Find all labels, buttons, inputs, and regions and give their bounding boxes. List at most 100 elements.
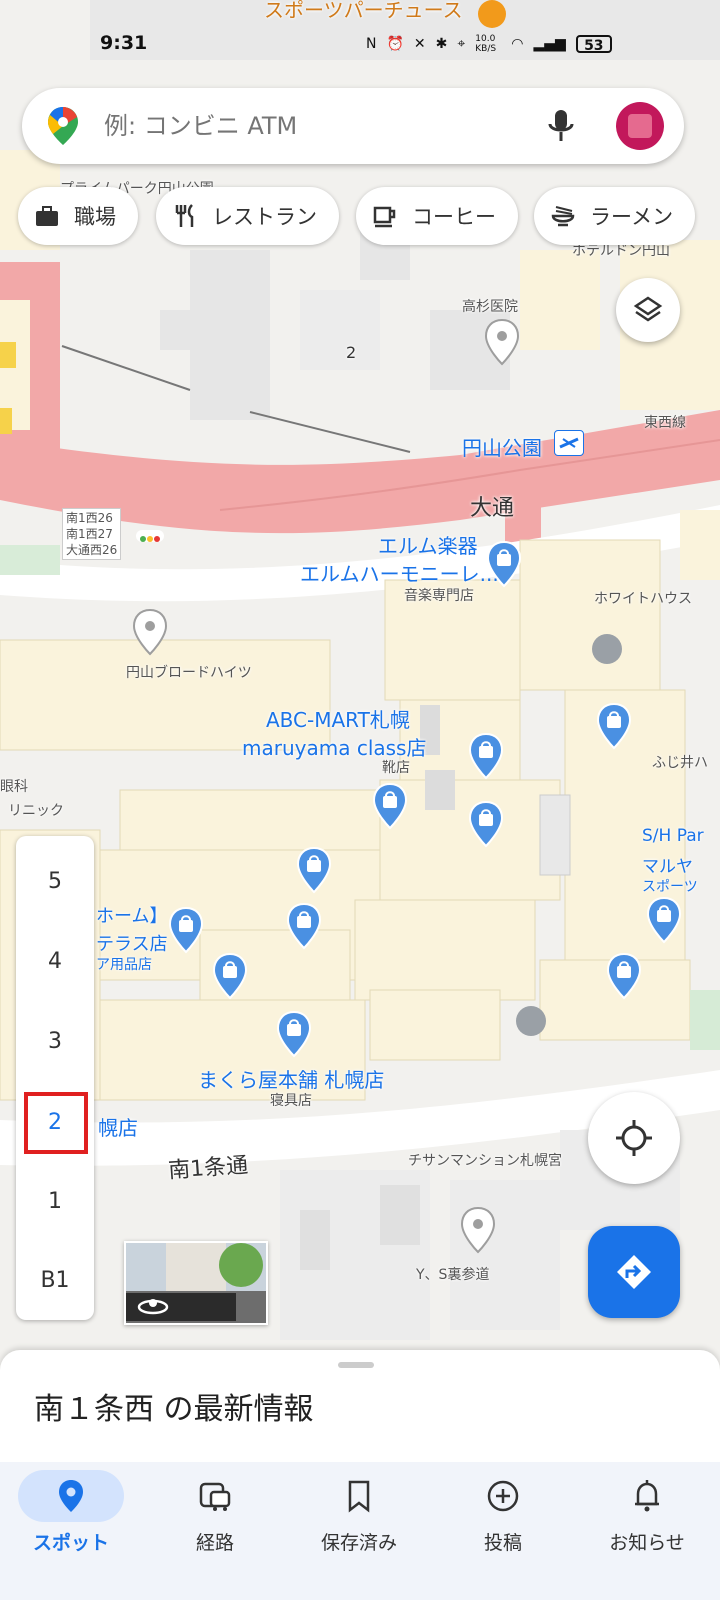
- microphone-icon[interactable]: [546, 108, 576, 144]
- shopping-bag-pin-icon[interactable]: [484, 540, 524, 588]
- shopping-bag-pin-icon[interactable]: [274, 1010, 314, 1058]
- place-pin-icon[interactable]: [458, 1206, 498, 1254]
- floor-3-button[interactable]: 3: [16, 1011, 94, 1073]
- map-label-station[interactable]: 円山公園: [462, 432, 542, 461]
- signal-icon: ▂▄▆: [533, 36, 566, 52]
- floor-1-button[interactable]: 1: [16, 1171, 94, 1233]
- nav-label: 投稿: [483, 1532, 522, 1554]
- directions-icon: [617, 1255, 651, 1289]
- add-circle-icon: [486, 1478, 520, 1514]
- location-icon: ⌖: [457, 36, 466, 52]
- map-label-interior: ア用品店: [96, 957, 152, 973]
- nav-updates[interactable]: お知らせ: [576, 1462, 720, 1600]
- my-location-button[interactable]: [588, 1092, 680, 1184]
- map-label-sports: スポーツ: [642, 879, 698, 895]
- wifi-icon: ◠: [511, 36, 524, 52]
- drag-handle[interactable]: [338, 1362, 374, 1368]
- chip-label: ラーメン: [590, 205, 674, 229]
- location-pin-icon: [54, 1478, 88, 1514]
- briefcase-icon: [34, 203, 60, 229]
- chip-work[interactable]: 職場: [18, 187, 138, 245]
- subway-station-icon[interactable]: [554, 430, 584, 456]
- street-view-thumbnail[interactable]: [124, 1241, 268, 1325]
- map-label-top-store[interactable]: スポーツパーチュース: [264, 0, 463, 23]
- bookmark-icon: [342, 1478, 376, 1514]
- map-label-minami-1: 南1条通: [167, 1153, 249, 1184]
- search-bar[interactable]: [22, 88, 684, 164]
- map-label-clinic[interactable]: 高杉医院: [462, 296, 518, 316]
- layers-icon: [633, 296, 663, 322]
- map-label-sh-park-1[interactable]: S/H Par: [642, 826, 704, 846]
- nav-label: スポット: [32, 1532, 109, 1554]
- shopping-bag-pin-icon[interactable]: [466, 732, 506, 780]
- shopping-bag-pin-icon[interactable]: [210, 952, 250, 1000]
- map-label-home-2[interactable]: テラス店: [96, 930, 168, 956]
- ramen-icon: [550, 203, 576, 229]
- map-label-signal: 南1西26 南1西27 大通西26: [62, 508, 122, 560]
- floor-b1-button[interactable]: B1: [16, 1250, 94, 1312]
- shopping-bag-pin-icon[interactable]: [370, 782, 410, 830]
- chip-label: 職場: [74, 205, 116, 229]
- nav-label: お知らせ: [609, 1532, 685, 1554]
- map-label-left-store[interactable]: 幌店: [98, 1112, 138, 1141]
- shopping-bag-pin-icon[interactable]: [594, 702, 634, 750]
- shopping-bag-pin-icon[interactable]: [284, 902, 324, 950]
- chip-restaurant[interactable]: レストラン: [156, 187, 339, 245]
- map-label-makuraya[interactable]: まくら屋本舗 札幌店: [198, 1064, 384, 1093]
- nav-contribute[interactable]: 投稿: [432, 1462, 576, 1600]
- bottom-navigation: スポット 経路 保存済み 投稿 お知らせ: [0, 1462, 720, 1600]
- shopping-bag-pin-icon[interactable]: [166, 906, 206, 954]
- restroom-icon[interactable]: [516, 1006, 546, 1036]
- status-bar: 9:31 N ⏰ ✕ ✱ ⌖ 10.0 KB/S ◠ ▂▄▆ 53: [0, 30, 720, 60]
- category-chips: 職場 レストラン コーヒー ラーメン: [18, 187, 720, 245]
- search-input[interactable]: [104, 88, 524, 164]
- shopping-bag-pin-icon[interactable]: [644, 896, 684, 944]
- floor-4-button[interactable]: 4: [16, 931, 94, 993]
- shopping-bag-pin-icon[interactable]: [466, 800, 506, 848]
- map-label-broad-heights[interactable]: 円山ブロードハイツ: [126, 662, 252, 682]
- nfc-icon: N: [366, 36, 377, 52]
- chip-label: レストラン: [212, 205, 317, 229]
- nav-commute[interactable]: 経路: [144, 1462, 288, 1600]
- restroom-icon[interactable]: [592, 634, 622, 664]
- map-label-sh-park-2[interactable]: マルヤ: [642, 852, 693, 877]
- nav-explore[interactable]: スポット: [0, 1462, 144, 1600]
- bottom-sheet[interactable]: 南１条西 の最新情報: [0, 1350, 720, 1462]
- directions-button[interactable]: [588, 1226, 680, 1318]
- nav-saved[interactable]: 保存済み: [288, 1462, 432, 1600]
- map-label-floor-num: 2: [346, 343, 357, 362]
- map-label-ys[interactable]: Y、S裏参道: [416, 1264, 489, 1284]
- alarm-icon: ⏰: [386, 36, 404, 52]
- status-icons: N ⏰ ✕ ✱ ⌖ 10.0 KB/S ◠ ▂▄▆ 53: [366, 34, 612, 54]
- place-pin-icon[interactable]: [130, 608, 170, 656]
- chip-coffee[interactable]: コーヒー: [356, 187, 518, 245]
- bell-icon: [630, 1478, 664, 1514]
- map-label-white-house[interactable]: ホワイトハウス: [594, 588, 692, 608]
- orange-place-pin-icon[interactable]: [478, 0, 506, 28]
- map-label-ganka[interactable]: 眼科: [0, 776, 28, 796]
- map-label-odori: 大通: [470, 496, 515, 521]
- shopping-bag-pin-icon[interactable]: [604, 952, 644, 1000]
- commute-icon: [198, 1478, 232, 1514]
- traffic-signal-icon: [136, 530, 164, 542]
- nav-label: 経路: [195, 1532, 234, 1554]
- street-view-icon: [136, 1297, 170, 1317]
- map-label-fujii[interactable]: ふじ井ハ: [652, 752, 708, 772]
- account-avatar[interactable]: [616, 102, 664, 150]
- mute-icon: ✕: [413, 36, 426, 52]
- floor-picker: 5 4 3 2 1 B1: [16, 836, 94, 1320]
- map-label-chisan[interactable]: チサンマンション札幌宮: [408, 1150, 562, 1170]
- map-label-elm-harmony[interactable]: エルムハーモニーレ...: [300, 558, 499, 587]
- google-maps-logo-icon: [46, 106, 80, 146]
- map-label-abc-mart-1[interactable]: ABC-MART札幌: [266, 704, 410, 733]
- layers-button[interactable]: [616, 278, 680, 342]
- shopping-bag-pin-icon[interactable]: [294, 846, 334, 894]
- map-label-home-1[interactable]: ホーム】: [96, 902, 167, 928]
- floor-5-button[interactable]: 5: [16, 851, 94, 913]
- map-label-bedding: 寝具店: [270, 1093, 312, 1109]
- map-label-elm-gakki[interactable]: エルム楽器: [378, 530, 478, 559]
- status-time: 9:31: [100, 32, 148, 54]
- place-pin-icon[interactable]: [482, 318, 522, 366]
- map-label-clinic-left[interactable]: リニック: [8, 800, 64, 820]
- chip-ramen[interactable]: ラーメン: [534, 187, 696, 245]
